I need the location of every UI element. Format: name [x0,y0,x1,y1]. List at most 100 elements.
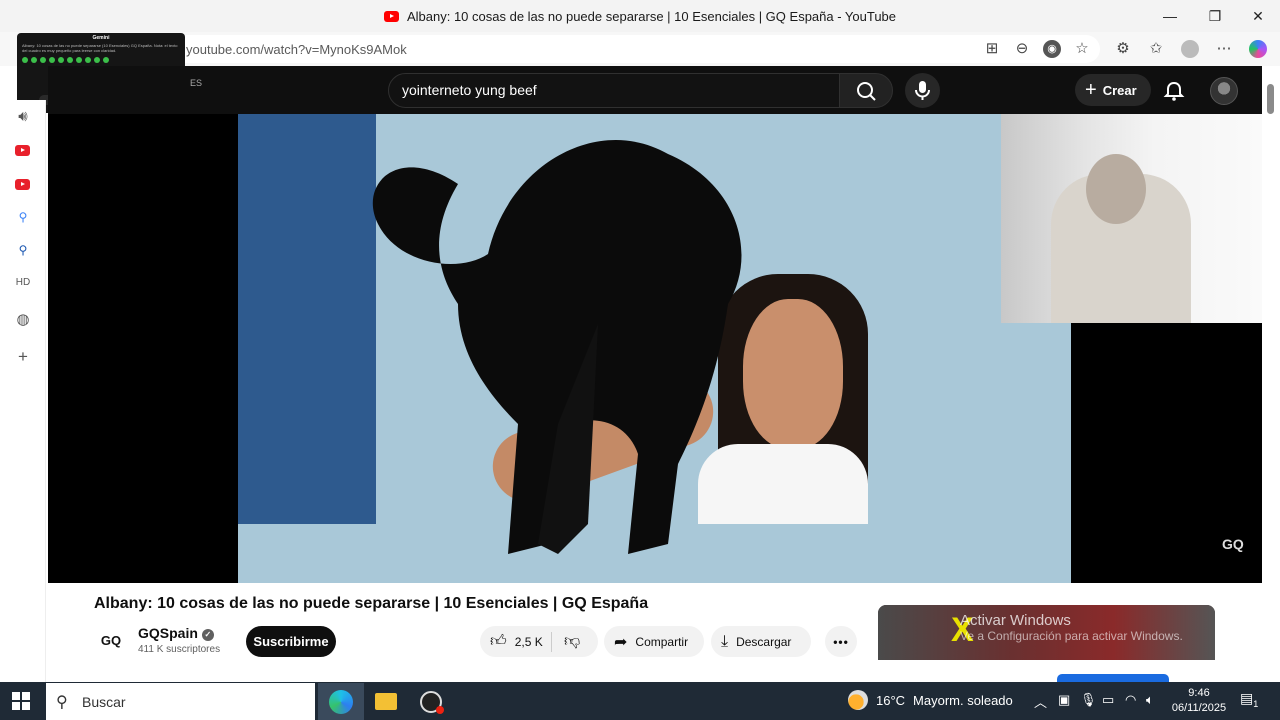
clock-date: 06/11/2025 [1171,702,1227,714]
channel-avatar[interactable]: GQ [95,625,127,657]
webcam-person-head [1086,154,1146,224]
show-hidden-icons[interactable]: ︿ [1034,692,1047,711]
minimize-button[interactable]: — [1148,0,1192,32]
activate-windows-subtitle: Ve a Configuración para activar Windows. [960,629,1183,643]
taskbar-search-box[interactable]: ⚲ Buscar [46,683,315,720]
share-button[interactable]: ➦ Compartir [604,626,704,657]
like-count: 2,5 K [514,634,543,649]
sidebar-youtube-icon[interactable] [15,145,30,156]
sidebar-search-icon-2[interactable]: ⚲ [14,243,32,261]
zoom-out-icon[interactable]: ⊖ [1013,40,1031,58]
like-button[interactable]: 👍︎ 2,5 K [480,631,552,652]
voice-search-button[interactable] [905,73,940,108]
popup-title: Gemini [92,35,110,41]
video-title: Albany: 10 cosas de las no puede separar… [94,595,649,612]
gq-watermark: GQ [1222,536,1244,552]
app-available-icon[interactable]: ⊞ [983,40,1001,58]
settings-more-icon[interactable]: ⋯ [1215,40,1233,58]
wifi-icon[interactable]: ◠ [1125,692,1136,708]
download-label: Descargar [736,634,792,649]
window-title: Albany: 10 cosas de las no puede separar… [383,8,897,24]
tracking-prevention-icon[interactable]: ◉ [1043,40,1061,58]
subscribe-button[interactable]: Suscribirme [246,626,336,657]
black-dog-image [372,140,742,554]
weather-temperature: 16°C [876,692,906,708]
more-actions-button[interactable]: ••• [825,626,857,657]
dislike-button[interactable]: 👎︎ [552,632,580,651]
sidebar-youtube-icon-2[interactable] [15,179,30,190]
taskbar-search-placeholder: Buscar [82,693,126,710]
tray-app-icon[interactable]: ▣ [1058,692,1070,708]
add-sidebar-app-icon[interactable]: + [14,347,32,366]
popup-reactions [22,57,180,63]
verified-check-icon: ✓ [201,629,214,641]
notifications-bell-icon[interactable] [1163,80,1185,102]
reaction-icon[interactable] [31,57,37,63]
search-icon [857,82,876,101]
reaction-icon[interactable] [67,57,73,63]
battery-icon[interactable]: ▭ [1102,692,1114,708]
sidebar-hd-icon[interactable]: HD [14,277,32,295]
reaction-icon[interactable] [94,57,100,63]
reaction-icon[interactable] [22,57,28,63]
favorites-icon[interactable]: ✩ [1147,40,1165,58]
activate-windows-watermark: Activar Windows Ve a Configuración para … [960,612,1240,652]
notification-count: 1 [1253,698,1259,709]
youtube-favicon-icon [383,10,399,22]
volume-icon[interactable]: 🔈︎ [1146,692,1154,708]
scrollbar-thumb[interactable] [1267,84,1274,114]
obs-icon [420,690,444,714]
channel-name[interactable]: GQSpain ✓ [138,625,214,641]
channel-name-text: GQSpain [138,625,198,641]
reaction-icon[interactable] [40,57,46,63]
copilot-icon[interactable] [1249,40,1267,58]
share-arrow-icon: ➦ [614,633,628,651]
youtube-search-input[interactable]: yointerneto yung beef [388,73,840,108]
search-button[interactable] [839,73,893,108]
reaction-icon[interactable] [49,57,55,63]
window-titlebar: Albany: 10 cosas de las no puede separar… [0,0,1280,32]
subscriber-count: 411 K suscriptores [138,644,221,655]
webcam-overlay [1001,114,1280,323]
taskbar-file-explorer[interactable] [363,683,409,720]
favorite-star-icon[interactable]: ☆ [1073,40,1091,58]
activate-windows-title: Activar Windows [960,612,1071,629]
plus-icon: + [1085,78,1097,101]
taskbar-clock[interactable]: 9:46 06/11/2025 [1168,686,1230,716]
weather-description: Mayorm. soleado [913,692,1013,708]
globe-icon[interactable]: ◍ [14,310,32,328]
video-frame [238,114,1071,583]
edge-logo-icon [329,689,353,714]
close-window-button[interactable]: ✕ [1236,0,1280,32]
speaker-icon[interactable]: 🔊︎ [14,108,32,126]
reaction-icon[interactable] [85,57,91,63]
profile-avatar-icon[interactable] [1181,40,1199,58]
sidebar-search-icon[interactable]: ⚲ [14,210,32,228]
weather-widget[interactable]: 16°C Mayorm. soleado [848,690,1013,710]
page-scrollbar[interactable] [1262,66,1280,682]
country-code: ES [190,78,203,88]
url-text: youtube.com/watch?v=MynoKs9AMok [186,41,407,57]
like-dislike-group: 👍︎ 2,5 K 👎︎ [480,626,598,657]
download-button[interactable]: ⤓ Descargar [711,626,811,657]
reaction-icon[interactable] [103,57,109,63]
window-title-text: Albany: 10 cosas de las no puede separar… [406,8,897,24]
microphone-tray-icon[interactable]: 🎙︎ [1080,692,1097,708]
notification-center-icon[interactable]: ▤1 [1240,690,1262,712]
maximize-button[interactable]: ❐ [1193,0,1237,32]
create-button[interactable]: + Crear [1075,74,1151,106]
reaction-icon[interactable] [76,57,82,63]
windows-start-icon[interactable] [12,692,30,710]
extensions-icon[interactable]: ⚙ [1114,40,1132,58]
person-face [743,299,843,449]
create-label: Crear [1102,82,1137,98]
thumbs-up-icon: 👍︎ [490,633,507,650]
account-avatar[interactable] [1210,77,1238,105]
taskbar-obs-app[interactable] [408,683,454,720]
partly-sunny-icon [848,690,868,710]
reaction-icon[interactable] [58,57,64,63]
folder-icon [375,693,397,710]
popup-message: Albany: 10 cosas de las no puede separar… [22,43,178,53]
address-bar[interactable]: youtube.com/watch?v=MynoKs9AMok [150,35,1100,63]
taskbar-edge-app[interactable] [318,683,364,720]
